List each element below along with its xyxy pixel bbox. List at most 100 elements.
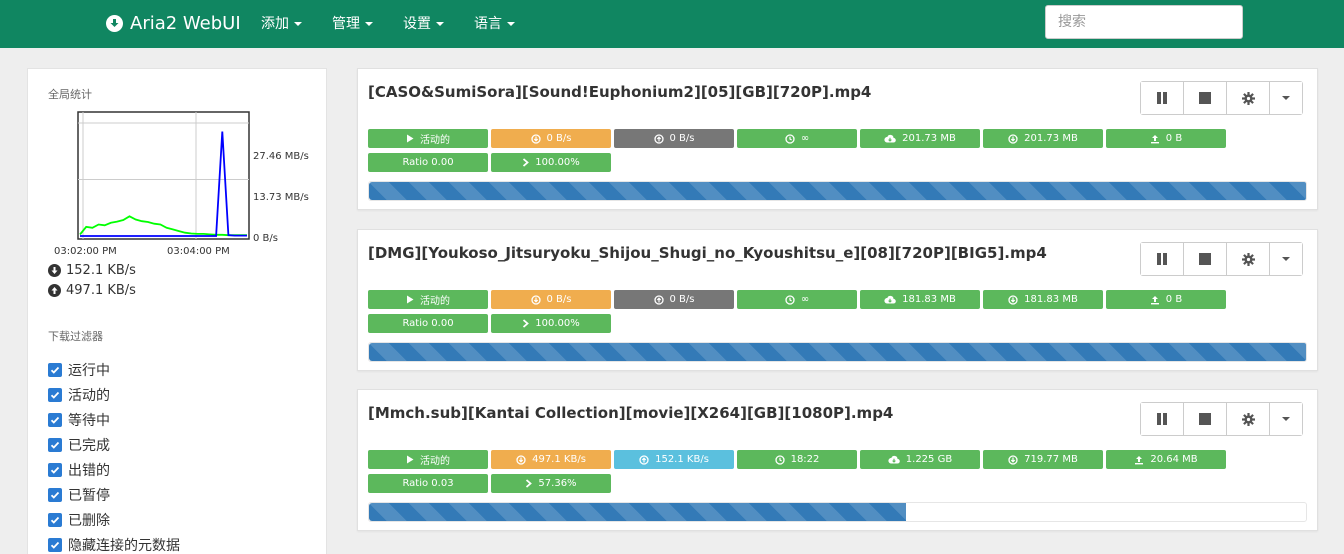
filter-label: 运行中 bbox=[68, 363, 110, 379]
filter-checkbox[interactable]: 已完成 bbox=[48, 435, 110, 455]
uploaded-badge: 20.64 MB bbox=[1106, 450, 1226, 469]
menu-manage[interactable]: 管理 bbox=[332, 14, 373, 32]
caret-down-icon bbox=[1282, 417, 1290, 421]
stop-icon bbox=[1199, 413, 1211, 425]
download-icon bbox=[106, 14, 123, 32]
progress-bar bbox=[368, 342, 1307, 362]
download-speed: 152.1 KB/s bbox=[48, 263, 136, 278]
gear-icon bbox=[1241, 91, 1255, 105]
stop-button[interactable] bbox=[1184, 243, 1227, 275]
stop-button[interactable] bbox=[1184, 82, 1227, 114]
filter-checkbox[interactable]: 已暂停 bbox=[48, 485, 110, 505]
stop-button[interactable] bbox=[1184, 403, 1227, 435]
caret-down-icon bbox=[365, 22, 373, 26]
download-title: [CASO&SumiSora][Sound!Euphonium2][05][GB… bbox=[368, 83, 872, 101]
eta-badge-value: ∞ bbox=[800, 133, 810, 144]
y-tick-label: 27.46 MB/s bbox=[253, 151, 309, 162]
checkbox-checked-icon[interactable] bbox=[48, 438, 62, 452]
status-badge: 活动的 bbox=[368, 450, 488, 469]
download-title: [DMG][Youkoso_Jitsuryoku_Shijou_Shugi_no… bbox=[368, 244, 1047, 262]
clock-icon bbox=[774, 454, 785, 465]
download-speed-badge: 0 B/s bbox=[491, 290, 611, 309]
filter-checkbox[interactable]: 隐藏连接的元数据 bbox=[48, 535, 180, 554]
download-speed-badge: 497.1 KB/s bbox=[491, 450, 611, 469]
settings-button[interactable] bbox=[1227, 82, 1270, 114]
ratio-badge-value: Ratio 0.00 bbox=[402, 157, 454, 168]
pause-button[interactable] bbox=[1141, 403, 1184, 435]
navbar: Aria2 WebUI 添加 管理 设置 语言 bbox=[0, 0, 1344, 48]
settings-button[interactable] bbox=[1227, 243, 1270, 275]
progress-fill bbox=[369, 503, 907, 521]
filter-checkbox[interactable]: 运行中 bbox=[48, 360, 110, 380]
progress-bar bbox=[368, 181, 1307, 201]
downloaded-icon bbox=[1008, 133, 1018, 144]
uploaded-badge-value: 20.64 MB bbox=[1150, 454, 1198, 465]
download-actions bbox=[1140, 242, 1303, 276]
checkbox-checked-icon[interactable] bbox=[48, 463, 62, 477]
gear-icon bbox=[1241, 252, 1255, 266]
ratio-badge: Ratio 0.00 bbox=[368, 314, 488, 333]
checkbox-checked-icon[interactable] bbox=[48, 388, 62, 402]
uploaded-badge-value: 0 B bbox=[1165, 294, 1183, 305]
settings-button[interactable] bbox=[1227, 403, 1270, 435]
stop-icon bbox=[1199, 92, 1211, 104]
more-dropdown-button[interactable] bbox=[1270, 243, 1302, 275]
size-badge-value: 1.225 GB bbox=[905, 454, 953, 465]
pause-icon bbox=[1157, 92, 1167, 104]
upload-speed-icon bbox=[639, 454, 649, 465]
brand[interactable]: Aria2 WebUI bbox=[106, 12, 241, 34]
percent-badge-value: 100.00% bbox=[535, 157, 580, 168]
checkbox-checked-icon[interactable] bbox=[48, 413, 62, 427]
downloaded-badge-value: 181.83 MB bbox=[1024, 294, 1078, 305]
uploaded-badge: 0 B bbox=[1106, 129, 1226, 148]
download-speed-badge-value: 0 B/s bbox=[546, 133, 572, 144]
menu-settings[interactable]: 设置 bbox=[403, 14, 444, 32]
search-input[interactable] bbox=[1045, 5, 1243, 39]
upload-speed-value: 497.1 KB/s bbox=[66, 283, 136, 298]
clock-icon bbox=[785, 294, 795, 305]
menu-language[interactable]: 语言 bbox=[474, 14, 515, 32]
filter-checkbox[interactable]: 等待中 bbox=[48, 410, 110, 430]
menu-add[interactable]: 添加 bbox=[261, 14, 302, 32]
chevron-right-icon bbox=[522, 319, 530, 328]
pause-button[interactable] bbox=[1141, 82, 1184, 114]
downloaded-badge: 719.77 MB bbox=[983, 450, 1103, 469]
filter-label: 已暂停 bbox=[68, 488, 110, 504]
more-dropdown-button[interactable] bbox=[1270, 403, 1302, 435]
pause-icon bbox=[1157, 253, 1167, 265]
filter-label: 隐藏连接的元数据 bbox=[68, 538, 180, 554]
status-badge-value: 活动的 bbox=[420, 135, 450, 146]
status-badge-value: 活动的 bbox=[420, 456, 450, 467]
upload-speed: 497.1 KB/s bbox=[48, 283, 136, 298]
checkbox-checked-icon[interactable] bbox=[48, 538, 62, 552]
download-speed-badge-value: 0 B/s bbox=[546, 294, 572, 305]
percent-badge: 100.00% bbox=[491, 153, 611, 172]
brand-label: Aria2 WebUI bbox=[130, 12, 241, 34]
more-dropdown-button[interactable] bbox=[1270, 82, 1302, 114]
filter-checkbox[interactable]: 活动的 bbox=[48, 385, 110, 405]
pause-button[interactable] bbox=[1141, 243, 1184, 275]
percent-badge: 100.00% bbox=[491, 314, 611, 333]
status-badge: 活动的 bbox=[368, 129, 488, 148]
upload-icon bbox=[1150, 134, 1160, 144]
download-card: [Mmch.sub][Kantai Collection][movie][X26… bbox=[357, 389, 1318, 531]
play-icon bbox=[406, 134, 414, 143]
caret-down-icon bbox=[436, 22, 444, 26]
upload-speed-badge-value: 152.1 KB/s bbox=[655, 454, 709, 465]
chevron-right-icon bbox=[525, 479, 533, 488]
clock-icon bbox=[785, 133, 795, 144]
size-badge: 1.225 GB bbox=[860, 450, 980, 469]
filter-checkbox[interactable]: 出错的 bbox=[48, 460, 110, 480]
filter-checkbox[interactable]: 已删除 bbox=[48, 510, 110, 530]
download-filter-title: 下载过滤器 bbox=[48, 330, 103, 343]
upload-speed-badge: 0 B/s bbox=[614, 129, 734, 148]
checkbox-checked-icon[interactable] bbox=[48, 513, 62, 527]
caret-down-icon bbox=[507, 22, 515, 26]
eta-badge: ∞ bbox=[737, 290, 857, 309]
checkbox-checked-icon[interactable] bbox=[48, 363, 62, 377]
pause-icon bbox=[1157, 413, 1167, 425]
y-tick-label: 0 B/s bbox=[253, 233, 278, 244]
eta-badge: ∞ bbox=[737, 129, 857, 148]
checkbox-checked-icon[interactable] bbox=[48, 488, 62, 502]
size-badge-value: 181.83 MB bbox=[902, 294, 956, 305]
